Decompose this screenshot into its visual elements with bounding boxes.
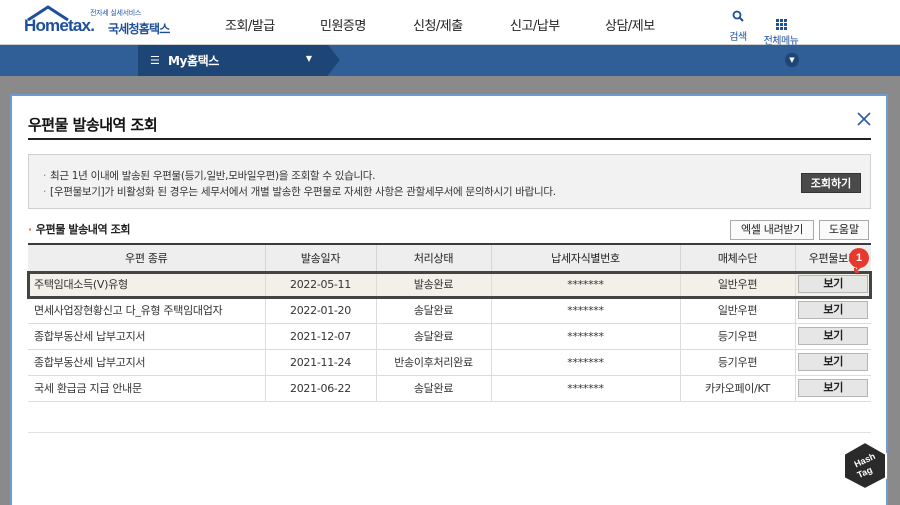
my-hometax-dropdown[interactable]: ☰ My홈택스 ▼ bbox=[138, 45, 328, 76]
cell-taxpayer-id: ******* bbox=[490, 375, 680, 402]
grid-menu-icon bbox=[775, 19, 787, 30]
modal-title: 우편물 발송내역 조회 bbox=[28, 116, 158, 134]
column-header-mail-type: 우편 종류 bbox=[28, 243, 265, 272]
close-icon[interactable] bbox=[855, 110, 873, 128]
chevron-down-icon[interactable]: ▼ bbox=[785, 53, 799, 67]
cell-status: 반송이후처리완료 bbox=[375, 349, 491, 376]
search-icon bbox=[732, 10, 744, 22]
my-hometax-label: My홈택스 bbox=[168, 54, 219, 68]
column-header-medium: 매체수단 bbox=[679, 243, 795, 272]
logo-wordmark: Hometax. bbox=[24, 16, 95, 35]
notice-box: · 최근 1년 이내에 발송된 우편물(등기,일반,모바일우편)을 조회할 수 있… bbox=[28, 154, 871, 209]
cell-view: 보기 bbox=[794, 297, 871, 324]
pointer-arrow-icon bbox=[854, 264, 863, 273]
nav-application[interactable]: 신청/제출 bbox=[413, 15, 463, 34]
cell-view: 보기 bbox=[794, 375, 871, 402]
table-row[interactable]: 면세사업장현황신고 다_유형 주택임대업자 2022-01-20 송달완료 **… bbox=[28, 297, 871, 324]
column-header-taxpayer-id: 납세자식별번호 bbox=[490, 243, 680, 272]
cell-medium: 카카오페이/KT bbox=[679, 375, 795, 402]
cell-mail-type: 종합부동산세 납부고지서 bbox=[28, 349, 265, 376]
title-divider bbox=[28, 138, 871, 140]
query-button[interactable]: 조회하기 bbox=[801, 173, 861, 193]
hometax-logo[interactable]: 전자세 실세서비스 Hometax. 국세청홈택스 bbox=[24, 5, 174, 41]
tab-arrow-decoration bbox=[328, 45, 340, 75]
cell-status: 송달완료 bbox=[375, 297, 491, 324]
hamburger-icon: ☰ bbox=[150, 54, 160, 67]
mail-history-table: 우편 종류 발송일자 처리상태 납세자식별번호 매체수단 우편물보기 주택임대소… bbox=[28, 243, 871, 402]
cell-taxpayer-id: ******* bbox=[490, 297, 680, 324]
cell-medium: 등기우편 bbox=[679, 349, 795, 376]
cell-medium: 등기우편 bbox=[679, 323, 795, 350]
notice-line-2: · [우편물보기]가 비활성화 된 경우는 세무서에서 개별 발송한 우편물로 자… bbox=[43, 186, 556, 198]
excel-download-button[interactable]: 엑셀 내려받기 bbox=[730, 220, 814, 240]
cell-mail-type: 국세 환급금 지급 안내문 bbox=[28, 375, 265, 402]
view-mail-button[interactable]: 보기 bbox=[798, 301, 869, 319]
view-mail-button[interactable]: 보기 bbox=[798, 327, 869, 345]
cell-status: 송달완료 bbox=[375, 323, 491, 350]
dropdown-triangle-icon: ▼ bbox=[305, 54, 312, 63]
table-row[interactable]: 종합부동산세 납부고지서 2021-11-24 반송이후처리완료 *******… bbox=[28, 349, 871, 376]
nav-consultation[interactable]: 상담/제보 bbox=[605, 15, 655, 34]
cell-mail-type: 면세사업장현황신고 다_유형 주택임대업자 bbox=[28, 297, 265, 324]
cell-taxpayer-id: ******* bbox=[490, 323, 680, 350]
cell-mail-type: 주택임대소득(V)유형 bbox=[28, 271, 265, 298]
cell-send-date: 2022-01-20 bbox=[264, 297, 376, 324]
cell-medium: 일반우편 bbox=[679, 271, 795, 298]
mail-history-modal: 우편물 발송내역 조회 · 최근 1년 이내에 발송된 우편물(등기,일반,모바일… bbox=[10, 94, 888, 505]
cell-send-date: 2021-11-24 bbox=[264, 349, 376, 376]
help-button[interactable]: 도움말 bbox=[819, 220, 869, 240]
cell-view: 보기 bbox=[794, 271, 871, 298]
cell-send-date: 2021-12-07 bbox=[264, 323, 376, 350]
table-row[interactable]: 국세 환급금 지급 안내문 2021-06-22 송달완료 ******* 카카… bbox=[28, 375, 871, 402]
column-header-send-date: 발송일자 bbox=[264, 243, 376, 272]
notice-line-1: · 최근 1년 이내에 발송된 우편물(등기,일반,모바일우편)을 조회할 수 있… bbox=[43, 170, 376, 182]
view-mail-button[interactable]: 보기 bbox=[798, 353, 869, 371]
nav-inquiry-issuance[interactable]: 조회/발급 bbox=[225, 15, 275, 34]
view-mail-button[interactable]: 보기 bbox=[798, 275, 869, 293]
view-mail-button[interactable]: 보기 bbox=[798, 379, 869, 397]
table-row[interactable]: 주택임대소득(V)유형 2022-05-11 발송완료 ******* 일반우편… bbox=[28, 271, 871, 298]
hashtag-watermark-logo: Hash Tag bbox=[843, 440, 887, 490]
cell-send-date: 2022-05-11 bbox=[264, 271, 376, 298]
column-header-status: 처리상태 bbox=[375, 243, 491, 272]
cell-view: 보기 bbox=[794, 349, 871, 376]
section-title: · 우편물 발송내역 조회 bbox=[28, 223, 131, 236]
nav-filing-payment[interactable]: 신고/납부 bbox=[510, 15, 560, 34]
cell-status: 발송완료 bbox=[375, 271, 491, 298]
cell-taxpayer-id: ******* bbox=[490, 271, 680, 298]
cell-taxpayer-id: ******* bbox=[490, 349, 680, 376]
table-header-row: 우편 종류 발송일자 처리상태 납세자식별번호 매체수단 우편물보기 bbox=[28, 243, 871, 272]
top-navigation-bar: 전자세 실세서비스 Hometax. 국세청홈택스 조회/발급 민원증명 신청/… bbox=[0, 0, 900, 47]
table-row[interactable]: 종합부동산세 납부고지서 2021-12-07 송달완료 ******* 등기우… bbox=[28, 323, 871, 350]
cell-medium: 일반우편 bbox=[679, 297, 795, 324]
cell-view: 보기 bbox=[794, 323, 871, 350]
table-bottom-divider bbox=[28, 432, 871, 433]
cell-send-date: 2021-06-22 bbox=[264, 375, 376, 402]
all-menu-button[interactable]: 전체메뉴 bbox=[756, 7, 806, 47]
sub-navigation-bar bbox=[0, 45, 900, 76]
nav-certificates[interactable]: 민원증명 bbox=[320, 15, 366, 34]
cell-status: 송달완료 bbox=[375, 375, 491, 402]
logo-korean-name: 국세청홈택스 bbox=[108, 22, 170, 36]
logo-tagline: 전자세 실세서비스 bbox=[90, 9, 142, 17]
cell-mail-type: 종합부동산세 납부고지서 bbox=[28, 323, 265, 350]
